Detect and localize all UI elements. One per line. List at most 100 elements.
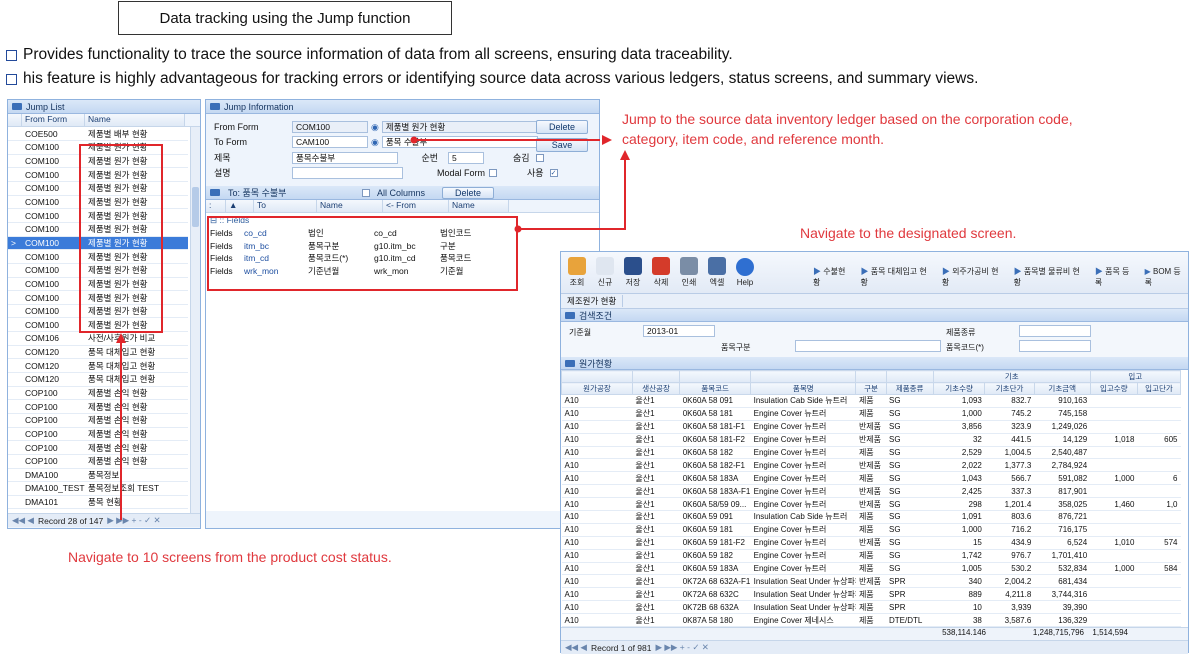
group-header-base: 기초 (932, 370, 1091, 383)
breadcrumb: ▶ 수불현황 ▶ 품목 대체입고 현황 ▶ 외주가공비 현황 ▶ 품목별 물류비 현황… (813, 266, 1188, 288)
table-row[interactable]: A10 울산1 0K60A 58 182 Engine Cover 뉴트러 제품 SG 2,… (561, 446, 1181, 460)
grid-cell: 제품 (855, 523, 887, 537)
breadcrumb-link[interactable]: ▶ 품목별 물류비 현황 (1014, 266, 1087, 288)
item-code-label: 품목코드(*) (946, 343, 984, 352)
grid-cell: 0K60A 59 181-F2 (679, 536, 751, 550)
excel-button[interactable]: 엑셀 (705, 257, 729, 288)
table-row[interactable]: A10 울산1 0K72A 68 632C Insulation Seat Under… (561, 587, 1181, 602)
grid-cell: A10 (561, 536, 633, 550)
grid-cell: 울산1 (632, 574, 680, 589)
cost-status-window: 조회 신규 저장 삭제 인쇄 엑셀 Help ▶ 수불현황 ▶ 품목 대체입고 현황 ▶ 외주가… (560, 251, 1189, 654)
grid-cell: 0K60A 59 183A (679, 562, 751, 576)
grid-cell: 제품 (855, 549, 887, 563)
grid-cell (1090, 510, 1138, 524)
arrow-up-icon (620, 150, 630, 160)
grid-cell: 605 (1137, 433, 1181, 447)
grid-cell (1137, 407, 1181, 421)
save-button[interactable]: 저장 (621, 257, 645, 288)
table-row[interactable]: A10 울산1 0K60A 59 182 Engine Cover 뉴트러 제품 SG 1,… (561, 549, 1181, 563)
column-header[interactable]: 기초금액 (1033, 382, 1091, 395)
grid-cell: 0K60A 58 091 (679, 394, 751, 408)
grid-cell: 1,091 (933, 510, 985, 524)
grid-cell: 1,005 (933, 562, 985, 576)
grid-cell: SG (886, 484, 934, 499)
column-header[interactable]: 입고단가 (1136, 382, 1182, 395)
table-row[interactable]: A10 울산1 0K60A 58 183A Engine Cover 뉴트러 제품 SG 1… (561, 471, 1181, 486)
grid-cell: Insulation Seat Under 뉴상파페 (750, 574, 856, 589)
table-row[interactable]: A10 울산1 0K60A 58/59 09... Engine Cover 뉴트러 반… (561, 497, 1181, 512)
grid-cell: 681,434 (1034, 574, 1091, 589)
pager-nav-icon[interactable]: ◀◀ ◀ (565, 642, 587, 653)
column-header[interactable]: 입고수량 (1089, 382, 1138, 395)
table-row[interactable]: A10 울산1 0K87A 58 180 Engine Cover 제네시스 제품 DTE… (561, 613, 1181, 627)
breadcrumb-link[interactable]: ▶ 품목 대체입고 현황 (861, 266, 934, 288)
table-row[interactable]: A10 울산1 0K72B 68 632A Insulation Seat Under… (561, 600, 1181, 615)
arrow-icon: ▶ (1144, 267, 1153, 276)
grid-cell: 136,329 (1034, 613, 1091, 627)
grid-cell: 제품 (855, 510, 887, 524)
column-header[interactable]: 제품종류 (885, 382, 934, 395)
column-header[interactable]: 생산공장 (631, 382, 681, 395)
grid-cell: 0K60A 59 181 (679, 523, 751, 537)
grid-cell: 1,043 (933, 471, 985, 486)
table-row[interactable]: A10 울산1 0K72A 68 632A-F1 Insulation Seat Un… (561, 574, 1181, 589)
grid-cell: 제품 (855, 613, 887, 627)
grid-cell (1137, 484, 1181, 499)
column-header[interactable]: 원가공장 (561, 382, 633, 395)
table-row[interactable]: A10 울산1 0K60A 58 091 Insulation Cab Side 뉴트… (561, 394, 1181, 408)
tab-cost-status[interactable]: 제조원가 현황 (561, 295, 624, 307)
table-row[interactable]: A10 울산1 0K60A 59 091 Insulation Cab Side 뉴트… (561, 510, 1181, 524)
arrow-right-icon (602, 135, 612, 145)
table-row[interactable]: A10 울산1 0K60A 59 183A Engine Cover 뉴트러 제품 SG 1… (561, 562, 1181, 576)
annotation-jump-source-1: Jump to the source data inventory ledger… (622, 111, 1073, 127)
help-button[interactable]: Help (733, 258, 757, 287)
table-row[interactable]: A10 울산1 0K60A 58 183A-F1 Engine Cover 뉴트러 반제… (561, 484, 1181, 499)
grid-cell: 3,939 (984, 600, 1035, 615)
grid-cell (1090, 523, 1138, 537)
delete-button[interactable]: 삭제 (649, 257, 673, 288)
table-row[interactable]: A10 울산1 0K60A 58 181-F1 Engine Cover 뉴트러 반제품… (561, 420, 1181, 434)
search-button[interactable]: 조회 (565, 257, 589, 288)
item-type-select[interactable] (795, 340, 941, 352)
item-code-field[interactable] (1019, 340, 1091, 352)
grid-cell: A10 (561, 407, 633, 421)
table-row[interactable]: A10 울산1 0K60A 58 181-F2 Engine Cover 뉴트러 반제품… (561, 433, 1181, 447)
grid-cell: SPR (886, 587, 934, 602)
table-row[interactable]: A10 울산1 0K60A 58 182-F1 Engine Cover 뉴트러 반제품… (561, 458, 1181, 473)
product-type-select[interactable] (1019, 325, 1091, 337)
grid-cell: 1,000 (933, 523, 985, 537)
grid-cell: 울산1 (632, 613, 680, 627)
breadcrumb-link[interactable]: ▶ BOM 등록 (1145, 266, 1188, 288)
grid-cell: 323.9 (984, 420, 1035, 434)
grid-cell: 반제품 (855, 497, 887, 512)
breadcrumb-link[interactable]: ▶ 품목 등록 (1095, 266, 1137, 288)
delete-icon (652, 257, 670, 275)
grid-cell: 1,000 (1090, 562, 1138, 576)
grid-cell: 3,856 (933, 420, 985, 434)
grid-cell: 745,158 (1034, 407, 1091, 421)
grid-cell (1137, 420, 1181, 434)
breadcrumb-link[interactable]: ▶ 외주가공비 현황 (942, 266, 1006, 288)
column-header[interactable]: 품목코드 (679, 382, 752, 395)
column-header[interactable]: 기초수량 (932, 382, 986, 395)
grid-cell: 0K60A 58 182 (679, 446, 751, 460)
grid-cell: 반제품 (855, 458, 887, 473)
grid-cell: 1,000 (1090, 471, 1138, 486)
base-month-field[interactable]: 2013-01 (643, 325, 715, 337)
table-row[interactable]: A10 울산1 0K60A 59 181-F2 Engine Cover 뉴트러 반제품… (561, 536, 1181, 550)
new-button[interactable]: 신규 (593, 257, 617, 288)
grid-cell: 0K60A 58 181-F1 (679, 420, 751, 434)
print-button[interactable]: 인쇄 (677, 257, 701, 288)
grid-cell (1137, 613, 1181, 627)
column-header[interactable]: 품목명 (750, 382, 857, 395)
pager-nav-icon[interactable]: ▶ ▶▶ + - ✓ ✕ (655, 642, 708, 653)
grid-cell: 제품 (855, 471, 887, 486)
item-type-label: 품목구분 (721, 343, 751, 352)
grid-cell: 0K72A 68 632A-F1 (679, 574, 751, 589)
column-header[interactable]: 구분 (855, 382, 887, 395)
breadcrumb-link[interactable]: ▶ 수불현황 (813, 266, 853, 288)
column-header[interactable]: 기초단가 (984, 382, 1035, 395)
grid-cell: 울산1 (632, 433, 680, 447)
table-row[interactable]: A10 울산1 0K60A 59 181 Engine Cover 뉴트러 제품 SG 1,… (561, 523, 1181, 537)
table-row[interactable]: A10 울산1 0K60A 58 181 Engine Cover 뉴트러 제품 SG 1,… (561, 407, 1181, 421)
